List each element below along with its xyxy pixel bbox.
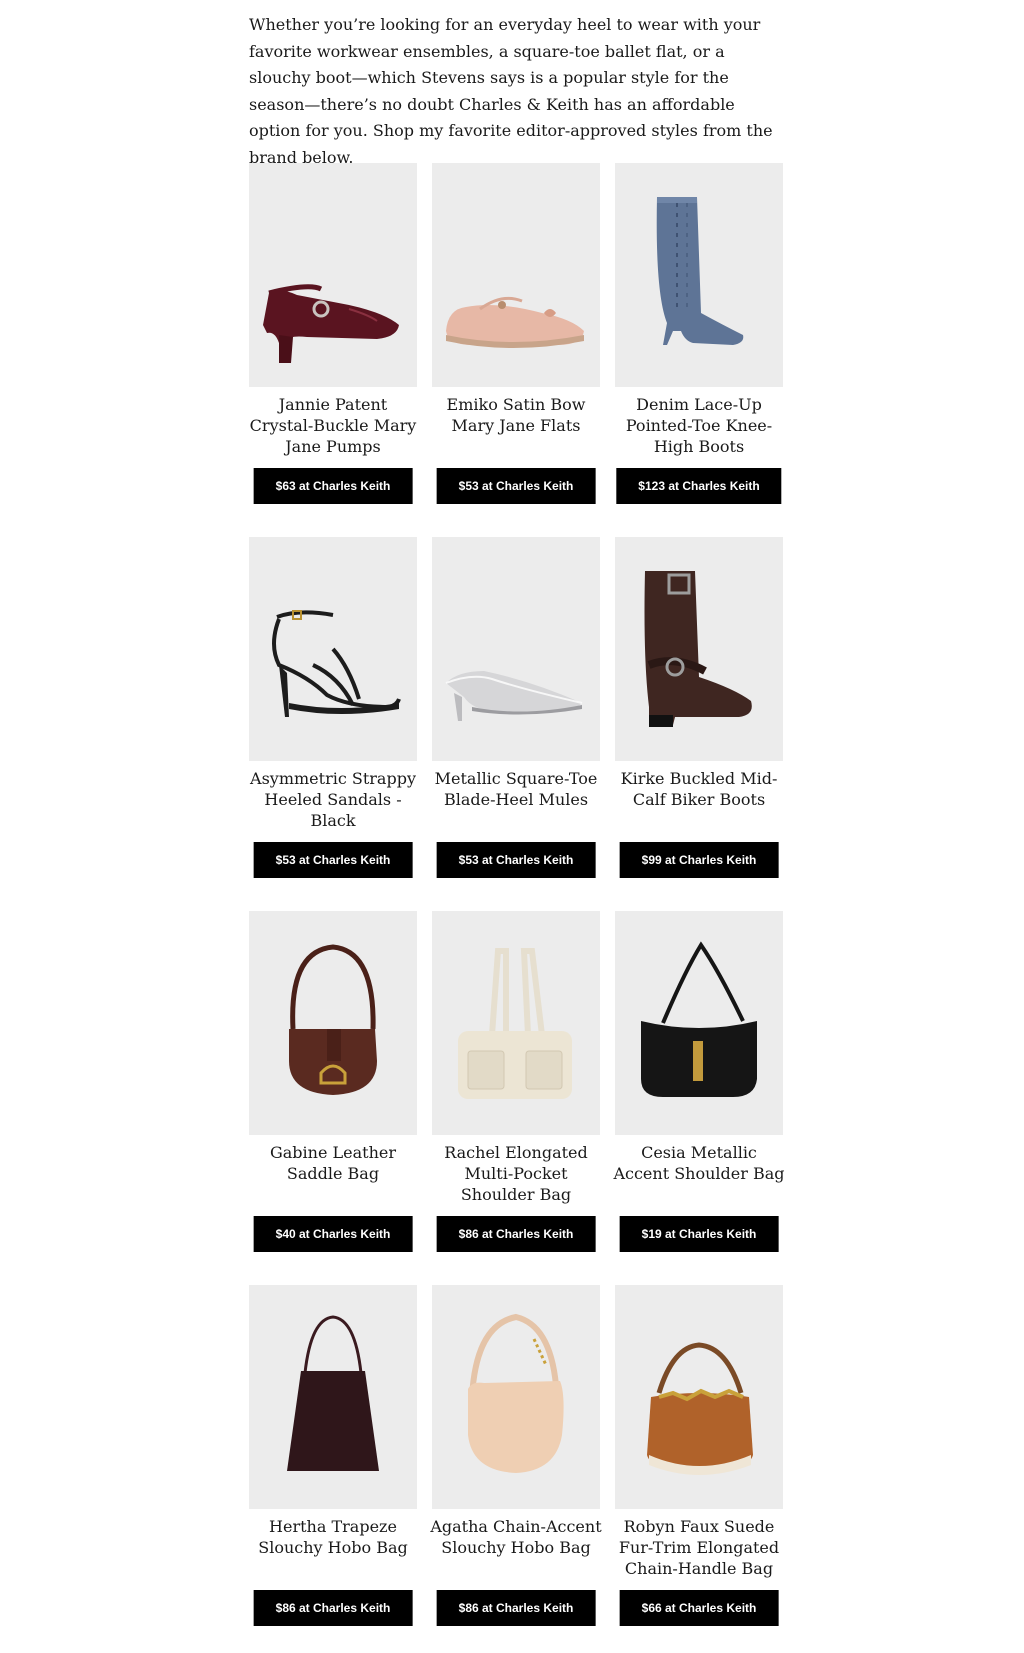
product-card: Emiko Satin Bow Mary Jane Flats $53 at C… <box>432 163 600 506</box>
product-image[interactable] <box>249 1285 417 1509</box>
product-card: Gabine Leather Saddle Bag $40 at Charles… <box>249 911 417 1254</box>
buy-button[interactable]: $40 at Charles Keith <box>253 1216 413 1252</box>
buy-button[interactable]: $86 at Charles Keith <box>436 1590 596 1626</box>
plum-hobo-bag-icon <box>287 1315 379 1471</box>
product-image[interactable] <box>432 1285 600 1509</box>
product-image[interactable] <box>615 163 783 387</box>
product-title[interactable]: Emiko Satin Bow Mary Jane Flats <box>428 394 604 436</box>
buy-button[interactable]: $53 at Charles Keith <box>436 468 596 504</box>
product-card: Robyn Faux Suede Fur-Trim Elongated Chai… <box>615 1285 783 1628</box>
buy-button[interactable]: $53 at Charles Keith <box>436 842 596 878</box>
denim-knee-boot-icon <box>656 197 744 345</box>
product-image[interactable] <box>249 911 417 1135</box>
buy-button[interactable]: $19 at Charles Keith <box>619 1216 779 1252</box>
product-title[interactable]: Cesia Metallic Accent Shoulder Bag <box>611 1142 787 1184</box>
product-image[interactable] <box>249 537 417 761</box>
product-title[interactable]: Asymmetric Strappy Heeled Sandals - Blac… <box>245 768 421 831</box>
product-card: Metallic Square-Toe Blade-Heel Mules $53… <box>432 537 600 880</box>
brown-biker-boot-icon <box>644 571 752 727</box>
product-card: Jannie Patent Crystal-Buckle Mary Jane P… <box>249 163 417 506</box>
beige-hobo-bag-icon <box>468 1313 564 1473</box>
cream-shoulder-bag-icon <box>458 948 572 1099</box>
product-title[interactable]: Jannie Patent Crystal-Buckle Mary Jane P… <box>245 394 421 457</box>
product-image[interactable] <box>615 911 783 1135</box>
product-title[interactable]: Denim Lace-Up Pointed-Toe Knee-High Boot… <box>611 394 787 457</box>
black-strappy-sandal-icon <box>272 610 401 717</box>
product-card: Kirke Buckled Mid-Calf Biker Boots $99 a… <box>615 537 783 880</box>
product-title[interactable]: Kirke Buckled Mid-Calf Biker Boots <box>611 768 787 810</box>
product-card: Cesia Metallic Accent Shoulder Bag $19 a… <box>613 911 785 1254</box>
buy-button[interactable]: $63 at Charles Keith <box>253 468 413 504</box>
buy-button[interactable]: $53 at Charles Keith <box>253 842 413 878</box>
product-card: Agatha Chain-Accent Slouchy Hobo Bag $86… <box>430 1285 602 1628</box>
product-grid: Jannie Patent Crystal-Buckle Mary Jane P… <box>249 163 786 1628</box>
product-image[interactable] <box>249 163 417 387</box>
product-image[interactable] <box>432 163 600 387</box>
pink-satin-flat-icon <box>446 296 584 348</box>
buy-button[interactable]: $86 at Charles Keith <box>436 1216 596 1252</box>
product-card: Rachel Elongated Multi-Pocket Shoulder B… <box>432 911 600 1254</box>
product-card: Asymmetric Strappy Heeled Sandals - Blac… <box>249 537 417 880</box>
product-title[interactable]: Gabine Leather Saddle Bag <box>245 1142 421 1184</box>
tan-suede-chain-bag-icon <box>647 1342 753 1475</box>
buy-button[interactable]: $66 at Charles Keith <box>619 1590 779 1626</box>
burgundy-mary-jane-pump-icon <box>263 284 399 363</box>
product-image[interactable] <box>432 537 600 761</box>
intro-paragraph: Whether you’re looking for an everyday h… <box>249 15 773 167</box>
product-title[interactable]: Robyn Faux Suede Fur-Trim Elongated Chai… <box>611 1516 787 1579</box>
buy-button[interactable]: $86 at Charles Keith <box>253 1590 413 1626</box>
buy-button[interactable]: $123 at Charles Keith <box>616 468 782 504</box>
product-card: Denim Lace-Up Pointed-Toe Knee-High Boot… <box>615 163 783 506</box>
product-title[interactable]: Rachel Elongated Multi-Pocket Shoulder B… <box>428 1142 604 1205</box>
brown-saddle-bag-icon <box>289 944 377 1095</box>
product-image[interactable] <box>432 911 600 1135</box>
product-image[interactable] <box>615 1285 783 1509</box>
silver-mule-icon <box>445 671 583 721</box>
product-image[interactable] <box>615 537 783 761</box>
product-title[interactable]: Agatha Chain-Accent Slouchy Hobo Bag <box>428 1516 604 1558</box>
black-shoulder-bag-icon <box>641 941 757 1097</box>
product-card: Hertha Trapeze Slouchy Hobo Bag $86 at C… <box>249 1285 417 1628</box>
product-title[interactable]: Hertha Trapeze Slouchy Hobo Bag <box>245 1516 421 1558</box>
product-title[interactable]: Metallic Square-Toe Blade-Heel Mules <box>428 768 604 810</box>
buy-button[interactable]: $99 at Charles Keith <box>619 842 779 878</box>
